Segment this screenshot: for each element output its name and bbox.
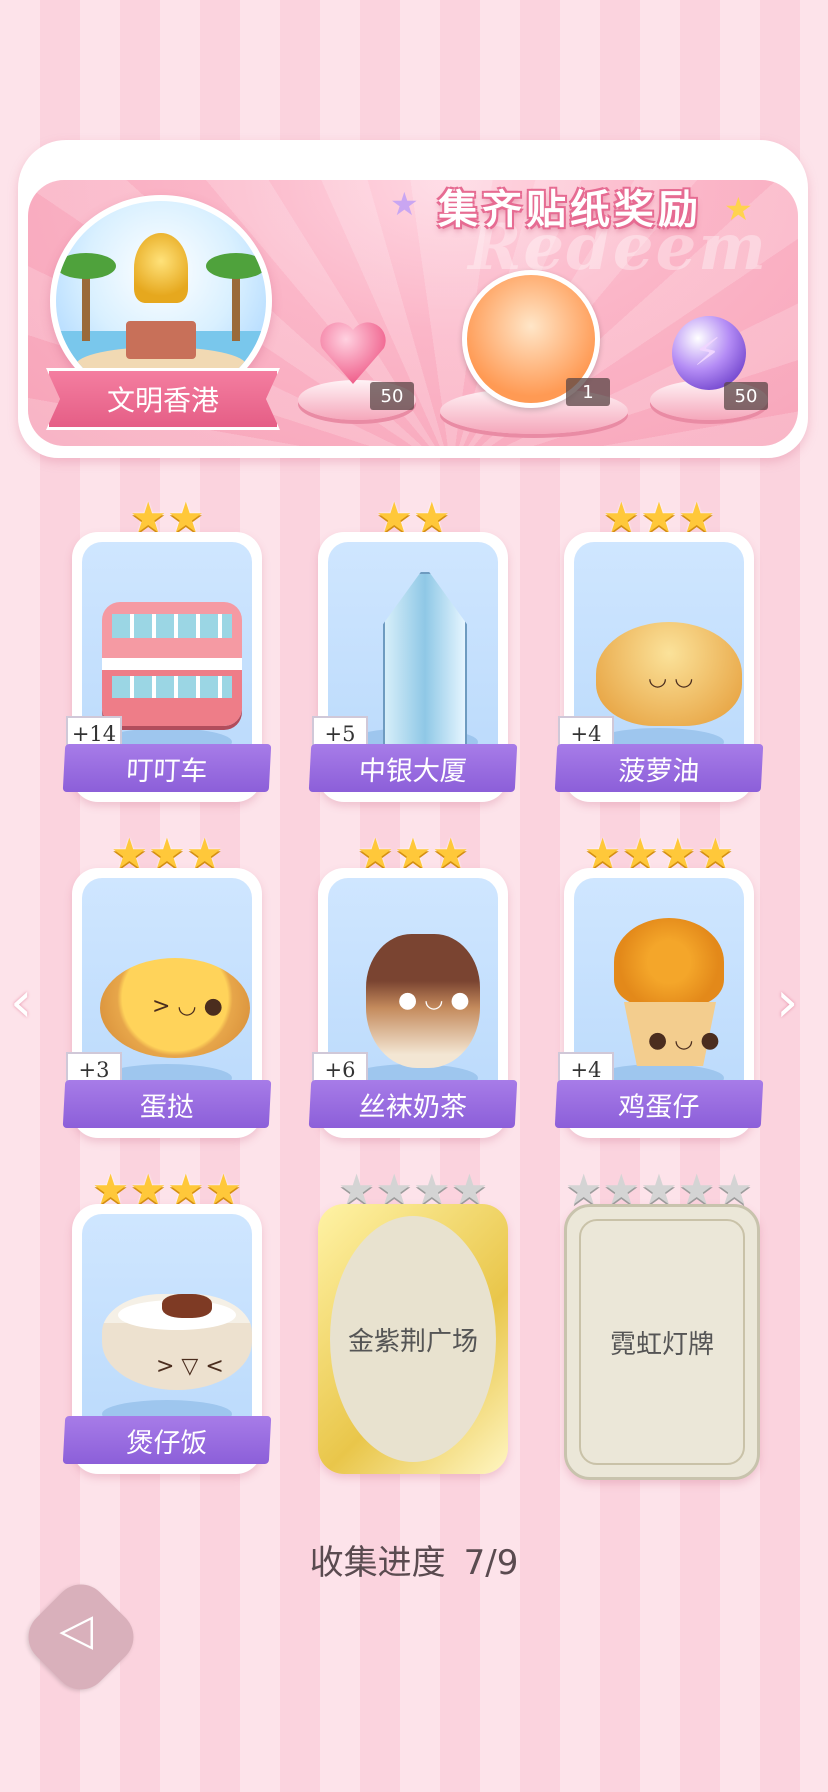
city-label: 文明香港 xyxy=(46,368,280,430)
progress-label: 收集进度 xyxy=(309,1543,446,1583)
star-icon: ★ xyxy=(724,190,753,228)
sticker-card-egg-tart[interactable]: > ◡ ● +3 蛋挞 xyxy=(62,868,272,1138)
golden-bauhinia-icon xyxy=(134,233,188,303)
sticker-card-neon-sign[interactable]: 霓虹灯牌 xyxy=(564,1204,760,1480)
card-label: 蛋挞 xyxy=(62,1080,272,1128)
sticker-card-golden-bauhinia-square[interactable]: 金紫荆广场 xyxy=(318,1204,508,1474)
sticker-card-bank-tower[interactable]: +5 中银大厦 xyxy=(308,532,518,802)
reward-count: 50 xyxy=(370,382,414,410)
heart-gem-icon xyxy=(318,320,388,384)
reward-count: 1 xyxy=(566,378,610,406)
next-page-arrow[interactable]: › xyxy=(776,970,798,1035)
sticker-card-tram[interactable]: +14 叮叮车 xyxy=(62,532,272,802)
progress-value: 7/9 xyxy=(463,1543,519,1583)
sticker-card-claypot-rice[interactable]: > ▽ < 煲仔饭 xyxy=(62,1204,272,1474)
back-button[interactable]: ◁ xyxy=(17,1573,145,1701)
card-label: 煲仔饭 xyxy=(62,1416,272,1464)
previous-page-arrow[interactable]: ‹ xyxy=(10,970,32,1035)
card-label: 鸡蛋仔 xyxy=(554,1080,764,1128)
reward-count: 50 xyxy=(724,382,768,410)
card-label: 金紫荆广场 xyxy=(330,1216,496,1462)
card-label: 叮叮车 xyxy=(62,744,272,792)
tower-icon xyxy=(383,572,467,746)
energy-orb-icon xyxy=(672,316,746,390)
sticker-card-pineapple-bun[interactable]: ◡ ◡ +4 菠萝油 xyxy=(554,532,764,802)
card-label: 菠萝油 xyxy=(554,744,764,792)
card-label: 霓虹灯牌 xyxy=(579,1219,745,1465)
card-label: 中银大厦 xyxy=(308,744,518,792)
tram-icon xyxy=(102,602,242,726)
card-label: 丝袜奶茶 xyxy=(308,1080,518,1128)
sticker-card-egg-waffle[interactable]: ● ◡ ● +4 鸡蛋仔 xyxy=(554,868,764,1138)
egg-waffle-icon xyxy=(614,918,724,1006)
star-icon: ★ xyxy=(390,185,419,223)
collection-progress: 收集进度 7/9 xyxy=(0,1535,828,1584)
back-arrow-icon: ◁ xyxy=(59,1604,94,1656)
sticker-card-milk-tea[interactable]: ● ◡ ● +6 丝袜奶茶 xyxy=(308,868,518,1138)
banner-title: 集齐贴纸奖励 xyxy=(438,187,702,233)
